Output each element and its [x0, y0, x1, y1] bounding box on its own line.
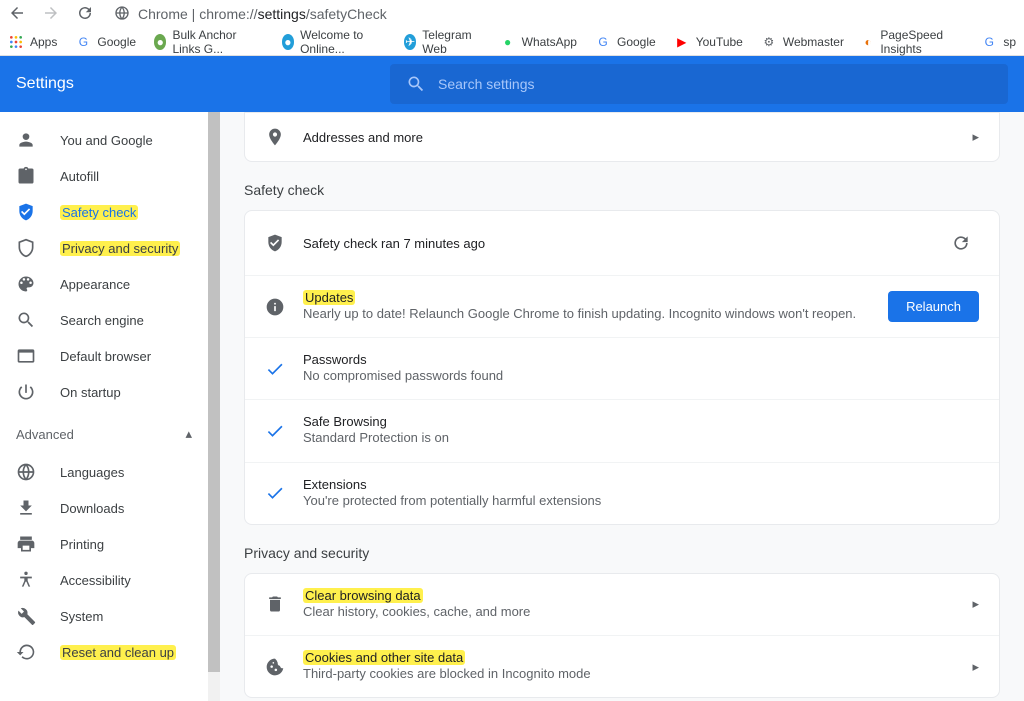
- clear-browsing-data-row[interactable]: Clear browsing dataClear history, cookie…: [245, 574, 999, 635]
- favicon-icon: ●: [282, 34, 294, 50]
- check-icon: [265, 483, 285, 503]
- favicon-icon: ●: [154, 34, 166, 50]
- apps-label: Apps: [30, 35, 57, 49]
- passwords-row: PasswordsNo compromised passwords found: [245, 337, 999, 399]
- shield-icon: [265, 233, 285, 253]
- safety-check-heading: Safety check: [244, 182, 1000, 198]
- browser-icon: [16, 346, 36, 366]
- favicon-icon: G: [595, 34, 611, 50]
- privacy-card: Clear browsing dataClear history, cookie…: [244, 573, 1000, 698]
- forward-icon[interactable]: [42, 4, 60, 25]
- sidebar-item-printing[interactable]: Printing: [0, 526, 208, 562]
- sidebar-item-autofill[interactable]: Autofill: [0, 158, 208, 194]
- chevron-right-icon: ▸: [972, 596, 979, 612]
- bookmark-item[interactable]: ◐PageSpeed Insights: [862, 28, 963, 56]
- clipboard-icon: [16, 166, 36, 186]
- bookmark-item[interactable]: ●WhatsApp: [500, 34, 577, 50]
- bookmarks-bar: Apps GGoogle ●Bulk Anchor Links G... ●We…: [0, 28, 1024, 56]
- privacy-heading: Privacy and security: [244, 545, 1000, 561]
- bookmark-item[interactable]: ●Welcome to Online...: [282, 28, 386, 56]
- page-title: Settings: [16, 75, 366, 93]
- rerun-button[interactable]: [943, 225, 979, 261]
- bookmark-item[interactable]: ▶YouTube: [674, 34, 743, 50]
- back-icon[interactable]: [8, 4, 26, 25]
- safety-status-row: Safety check ran 7 minutes ago: [245, 211, 999, 275]
- sidebar-item-downloads[interactable]: Downloads: [0, 490, 208, 526]
- sidebar-item-privacy[interactable]: Privacy and security: [0, 230, 208, 266]
- search-input[interactable]: [438, 76, 992, 92]
- reload-icon[interactable]: [76, 4, 94, 25]
- accessibility-icon: [16, 570, 36, 590]
- restore-icon: [16, 642, 36, 662]
- content-area: Addresses and more ▸ Safety check Safety…: [220, 112, 1024, 701]
- check-icon: [265, 359, 285, 379]
- address-text[interactable]: Chrome | chrome://settings/safetyCheck: [138, 6, 387, 22]
- favicon-icon: ◐: [862, 34, 874, 50]
- check-icon: [265, 421, 285, 441]
- favicon-icon: ⚙: [761, 34, 777, 50]
- apps-icon: [8, 34, 24, 50]
- sidebar-item-reset[interactable]: Reset and clean up: [0, 634, 208, 670]
- safety-check-card: Safety check ran 7 minutes ago Updates N…: [244, 210, 1000, 525]
- wrench-icon: [16, 606, 36, 626]
- favicon-icon: ●: [500, 34, 516, 50]
- info-icon: [265, 297, 285, 317]
- sidebar-item-startup[interactable]: On startup: [0, 374, 208, 410]
- nav-buttons: [8, 4, 94, 25]
- address-bar: Chrome | chrome://settings/safetyCheck: [106, 5, 1016, 24]
- search-box[interactable]: [390, 64, 1008, 104]
- sidebar-scrollbar[interactable]: [208, 112, 220, 701]
- location-icon: [265, 127, 285, 147]
- sidebar-item-search-engine[interactable]: Search engine: [0, 302, 208, 338]
- settings-header: Settings: [0, 56, 1024, 112]
- bookmark-item[interactable]: GGoogle: [595, 34, 656, 50]
- favicon-icon: ✈: [404, 34, 416, 50]
- person-icon: [16, 130, 36, 150]
- sidebar-item-appearance[interactable]: Appearance: [0, 266, 208, 302]
- favicon-icon: G: [75, 34, 91, 50]
- power-icon: [16, 382, 36, 402]
- bookmark-item[interactable]: Gsp: [981, 34, 1016, 50]
- browser-toolbar: Chrome | chrome://settings/safetyCheck: [0, 0, 1024, 28]
- sidebar-item-default-browser[interactable]: Default browser: [0, 338, 208, 374]
- chevron-right-icon: ▸: [972, 129, 979, 145]
- site-info-icon[interactable]: [114, 5, 130, 24]
- apps-shortcut[interactable]: Apps: [8, 34, 57, 50]
- favicon-icon: G: [981, 34, 997, 50]
- sidebar: You and Google Autofill Safety check Pri…: [0, 112, 208, 701]
- search-icon: [406, 74, 426, 94]
- sidebar-item-safety-check[interactable]: Safety check: [0, 194, 208, 230]
- search-icon: [16, 310, 36, 330]
- bookmark-item[interactable]: ●Bulk Anchor Links G...: [154, 28, 264, 56]
- favicon-icon: ▶: [674, 34, 690, 50]
- sidebar-item-you-and-google[interactable]: You and Google: [0, 122, 208, 158]
- bookmark-item[interactable]: GGoogle: [75, 34, 136, 50]
- safe-browsing-row: Safe BrowsingStandard Protection is on: [245, 399, 999, 461]
- trash-icon: [265, 594, 285, 614]
- sidebar-item-languages[interactable]: Languages: [0, 454, 208, 490]
- cookies-row[interactable]: Cookies and other site dataThird-party c…: [245, 635, 999, 697]
- download-icon: [16, 498, 36, 518]
- shield-check-icon: [16, 202, 36, 222]
- sidebar-item-accessibility[interactable]: Accessibility: [0, 562, 208, 598]
- print-icon: [16, 534, 36, 554]
- chevron-right-icon: ▸: [972, 659, 979, 675]
- bookmark-item[interactable]: ✈Telegram Web: [404, 28, 482, 56]
- addresses-card: Addresses and more ▸: [244, 112, 1000, 162]
- relaunch-button[interactable]: Relaunch: [888, 291, 979, 322]
- sidebar-advanced-toggle[interactable]: Advanced▴: [0, 414, 208, 454]
- sidebar-item-system[interactable]: System: [0, 598, 208, 634]
- addresses-row[interactable]: Addresses and more ▸: [245, 113, 999, 161]
- palette-icon: [16, 274, 36, 294]
- updates-row: Updates Nearly up to date! Relaunch Goog…: [245, 275, 999, 337]
- globe-icon: [16, 462, 36, 482]
- main-layout: You and Google Autofill Safety check Pri…: [0, 112, 1024, 701]
- bookmark-item[interactable]: ⚙Webmaster: [761, 34, 844, 50]
- chevron-up-icon: ▴: [185, 426, 192, 442]
- extensions-row: ExtensionsYou're protected from potentia…: [245, 462, 999, 524]
- cookie-icon: [265, 657, 285, 677]
- shield-icon: [16, 238, 36, 258]
